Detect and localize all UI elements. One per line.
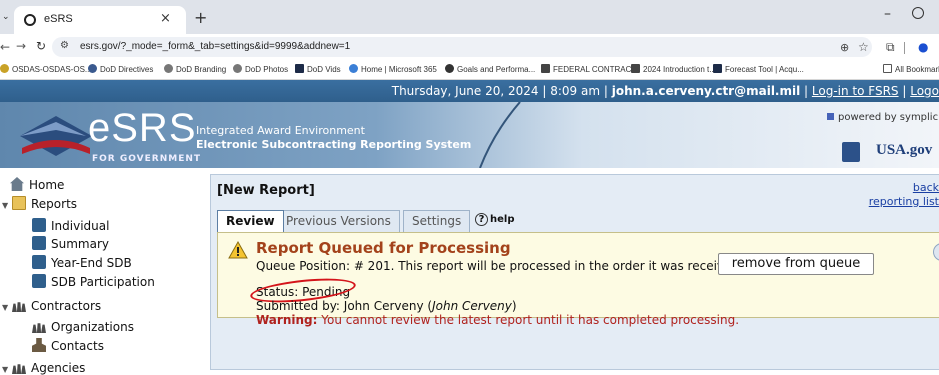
- processing-spinner-icon: [933, 243, 939, 261]
- reload-icon[interactable]: ↻: [36, 39, 46, 53]
- people-icon: [12, 364, 26, 374]
- queue-notice: Report Queued for Processing Queue Posit…: [217, 232, 939, 327]
- bookmark-item[interactable]: OSDAS-OSDAS-OS...: [0, 64, 92, 74]
- sidebar-item-summary[interactable]: Summary: [32, 236, 109, 251]
- report-icon: [32, 218, 46, 232]
- tab-previous-versions[interactable]: Previous Versions: [277, 210, 400, 232]
- help-icon: ?: [475, 213, 488, 226]
- login-fsrs-link[interactable]: Log-in to FSRS: [812, 84, 899, 98]
- browser-tab[interactable]: eSRS ×: [14, 6, 186, 34]
- submitted-by-text: Submitted by: John Cerveny (John Cerveny…: [256, 299, 517, 313]
- logo-tagline: FOR GOVERNMENT: [92, 154, 202, 164]
- back-link[interactable]: back: [913, 181, 939, 194]
- expand-caret-icon[interactable]: ▼: [2, 365, 12, 374]
- site-top-bar: Thursday, June 20, 2024 | 8:09 am | john…: [0, 80, 939, 102]
- sidebar-item-contacts[interactable]: Contacts: [32, 338, 104, 353]
- tab-review[interactable]: Review: [217, 210, 284, 232]
- new-tab-button[interactable]: +: [194, 8, 207, 27]
- toolbar-divider: [904, 42, 905, 54]
- maximize-icon[interactable]: [912, 7, 924, 19]
- sidebar-nav: Home ▼ Reports Individual Summary Year-En…: [0, 168, 204, 375]
- site-info-icon[interactable]: ⚙: [60, 40, 69, 51]
- back-arrow-icon[interactable]: ←: [0, 40, 10, 54]
- bookmarks-bar: OSDAS-OSDAS-OS... DoD Directives DoD Bra…: [0, 60, 939, 80]
- zoom-icon[interactable]: ⊕: [840, 41, 849, 54]
- datetime-text: Thursday, June 20, 2024 | 8:09 am |: [391, 84, 608, 98]
- browser-tab-title: eSRS: [44, 13, 73, 25]
- tab-close-icon[interactable]: ×: [160, 11, 171, 26]
- bookmark-item[interactable]: FEDERAL CONTRAC...: [541, 64, 638, 74]
- logo-text: eSRS: [88, 106, 197, 150]
- people-icon: [12, 302, 26, 312]
- main-content: [New Report] back reporting list Review …: [204, 168, 939, 370]
- reporting-list-link[interactable]: reporting list: [869, 195, 939, 208]
- report-tabs: Review Previous Versions Settings ? help: [217, 210, 937, 232]
- report-icon: [32, 274, 46, 288]
- sidebar-item-organizations[interactable]: Organizations: [32, 319, 134, 334]
- site-favicon-icon: [24, 14, 36, 26]
- bookmark-item[interactable]: 2024 Introduction t...: [631, 64, 716, 74]
- session-info: Thursday, June 20, 2024 | 8:09 am | john…: [391, 84, 939, 98]
- logout-link[interactable]: Logo: [910, 84, 939, 98]
- system-name-line2: Electronic Subcontracting Reporting Syst…: [196, 138, 472, 151]
- system-name-line1: Integrated Award Environment: [196, 124, 365, 137]
- sidebar-item-sdb-participation[interactable]: SDB Participation: [32, 274, 155, 289]
- help-link[interactable]: ? help: [475, 213, 515, 226]
- sidebar-item-reports[interactable]: ▼ Reports: [2, 196, 77, 211]
- sidebar-item-individual[interactable]: Individual: [32, 218, 109, 233]
- sidebar-item-contractors[interactable]: ▼ Contractors: [2, 298, 101, 313]
- extensions-icon[interactable]: ⧉: [886, 40, 895, 55]
- sidebar-item-agencies[interactable]: ▼ Agencies: [2, 360, 85, 375]
- bookmark-item[interactable]: DoD Directives: [88, 64, 153, 74]
- browser-tab-strip: ⌄ eSRS × + –: [0, 0, 939, 34]
- tab-search-icon[interactable]: ⌄: [2, 12, 10, 22]
- url-text: esrs.gov/?_mode=_form&_tab=settings&id=9…: [80, 41, 351, 52]
- all-bookmarks-folder[interactable]: All Bookmarks: [883, 64, 939, 74]
- tab-settings[interactable]: Settings: [403, 210, 471, 232]
- url-input[interactable]: ⚙ esrs.gov/?_mode=_form&_tab=settings&id…: [52, 37, 872, 57]
- person-icon: [32, 338, 46, 352]
- bookmark-item[interactable]: DoD Vids: [295, 64, 341, 74]
- page-title: [New Report]: [217, 183, 315, 198]
- seal-icon: [842, 142, 860, 162]
- bookmark-item[interactable]: Forecast Tool | Acqu...: [713, 64, 804, 74]
- report-panel: [New Report] back reporting list Review …: [210, 174, 939, 370]
- bookmark-item[interactable]: DoD Branding: [164, 64, 226, 74]
- sidebar-item-year-end-sdb[interactable]: Year-End SDB: [32, 255, 132, 270]
- sidebar-item-home[interactable]: Home: [10, 177, 64, 192]
- bookmark-star-icon[interactable]: ☆: [858, 40, 869, 54]
- remove-from-queue-button[interactable]: remove from queue: [718, 253, 874, 275]
- warning-text: Warning: You cannot review the latest re…: [256, 313, 740, 327]
- expand-caret-icon[interactable]: ▼: [2, 201, 12, 210]
- bookmark-item[interactable]: Goals and Performa...: [445, 64, 535, 74]
- house-icon: [10, 177, 24, 191]
- profile-icon[interactable]: ●: [918, 40, 928, 54]
- address-bar: ← → ↻ ⚙ esrs.gov/?_mode=_form&_tab=setti…: [0, 34, 939, 60]
- warning-icon: [228, 241, 248, 259]
- forward-arrow-icon[interactable]: →: [16, 39, 26, 53]
- powered-by-text: powered by symplic: [827, 112, 938, 123]
- queue-position-text: Queue Position: # 201. This report will …: [256, 259, 743, 273]
- report-icon: [32, 236, 46, 250]
- people-icon: [32, 323, 46, 333]
- minimize-icon[interactable]: –: [884, 6, 891, 22]
- folder-icon: [12, 196, 26, 210]
- bookmark-item[interactable]: DoD Photos: [233, 64, 288, 74]
- expand-caret-icon[interactable]: ▼: [2, 303, 12, 312]
- user-email: john.a.cerveny.ctr@mail.mil: [611, 84, 801, 98]
- site-header-banner: eSRS FOR GOVERNMENT Integrated Award Env…: [0, 102, 939, 168]
- report-icon: [32, 255, 46, 269]
- notice-title: Report Queued for Processing: [256, 239, 511, 257]
- bookmark-item[interactable]: Home | Microsoft 365: [349, 64, 437, 74]
- usagov-logo[interactable]: USA.gov: [876, 142, 932, 159]
- banner-swoosh: [479, 102, 521, 168]
